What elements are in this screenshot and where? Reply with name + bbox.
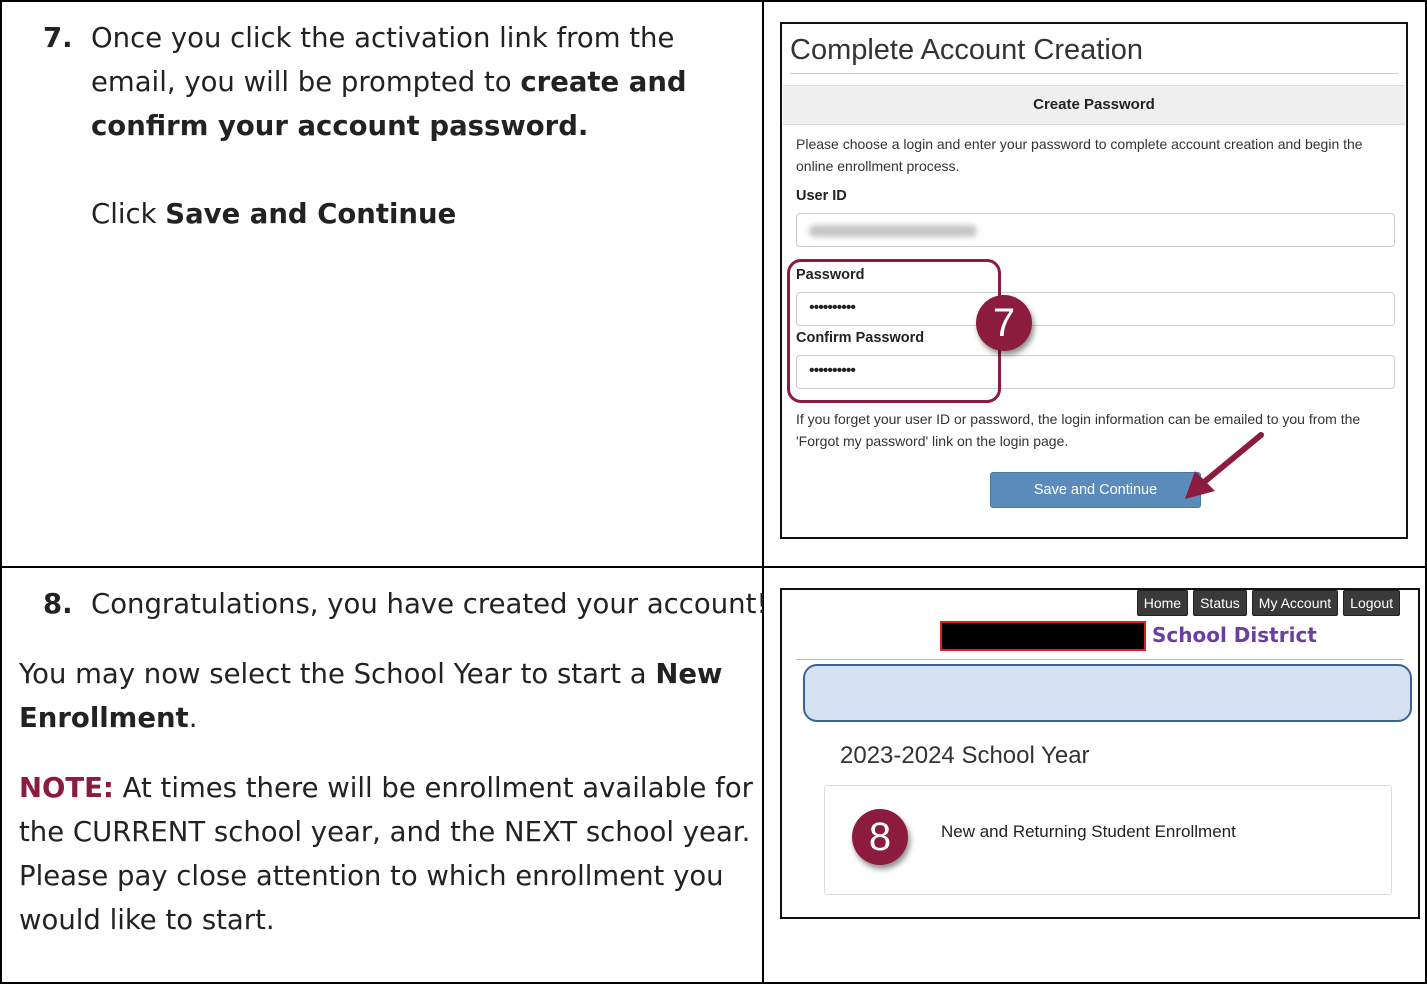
step-7-line-3-bold: confirm your account password.	[91, 110, 589, 142]
enrollment-card[interactable]: 8 New and Returning Student Enrollment	[824, 785, 1392, 895]
step-7-line-1: Once you click the activation link from …	[91, 22, 675, 54]
form-title: Complete Account Creation	[790, 34, 1144, 66]
top-nav: Home Status My Account Logout	[1136, 590, 1400, 616]
nav-home[interactable]: Home	[1136, 590, 1189, 616]
step-8-line-1: Congratulations, you have created your a…	[91, 588, 768, 620]
title-divider	[790, 73, 1398, 74]
note-line-3: Please pay close attention to which enro…	[19, 860, 724, 892]
note-text-1: At times there will be enrollment availa…	[113, 772, 753, 804]
nav-logout[interactable]: Logout	[1343, 590, 1400, 616]
nav-status[interactable]: Status	[1193, 590, 1247, 616]
step-7-line-2-plain: email, you will be prompted to	[91, 66, 521, 98]
arrow-pointer-icon	[1185, 432, 1264, 499]
step-8-paragraph-line-1: You may now select the School Year to st…	[19, 652, 722, 696]
save-and-continue-button[interactable]: Save and Continue	[990, 472, 1201, 508]
table-border-top	[0, 0, 1427, 2]
district-name: School District	[1152, 623, 1317, 647]
step-7-click-instruction: Click Save and Continue	[91, 192, 456, 236]
note-line-4: would like to start.	[19, 904, 275, 936]
p2-period: .	[188, 702, 198, 734]
forgot-password-note: If you forget your user ID or password, …	[796, 411, 1361, 449]
header-divider	[796, 659, 1404, 660]
p2-plain: You may now select the School Year to st…	[19, 658, 656, 690]
redacted-district-name	[940, 621, 1146, 651]
table-border-left	[0, 0, 2, 984]
step-7-line-2: email, you will be prompted to create an…	[91, 60, 687, 104]
section-header: Create Password	[783, 85, 1405, 125]
enrollment-portal-screenshot: Home Status My Account Logout School Dis…	[780, 588, 1420, 919]
p2-bold-new: New	[655, 658, 723, 690]
column-divider	[762, 0, 764, 984]
note-label: NOTE:	[19, 772, 114, 804]
click-bold: Save and Continue	[165, 198, 457, 230]
click-plain: Click	[91, 198, 166, 230]
school-year-heading: 2023-2024 School Year	[840, 742, 1090, 769]
nav-my-account[interactable]: My Account	[1251, 590, 1339, 616]
step-8-badge: 8	[852, 809, 908, 865]
step-8-number: 8.	[43, 588, 73, 620]
password-highlight-box	[787, 259, 1001, 403]
step-7-badge: 7	[976, 295, 1032, 351]
form-description: Please choose a login and enter your pas…	[796, 136, 1363, 174]
info-banner	[803, 664, 1412, 722]
p2-bold-enrollment: Enrollment	[19, 702, 189, 734]
step-7-line-2-bold: create and	[520, 66, 687, 98]
step-7-number: 7.	[43, 22, 73, 54]
step-7-line-3: confirm your account password.	[91, 104, 588, 148]
row-divider	[0, 566, 1427, 568]
user-id-label: User ID	[796, 188, 847, 204]
step-8-paragraph-line-2: Enrollment.	[19, 696, 197, 740]
account-creation-screenshot: Complete Account Creation Create Passwor…	[780, 22, 1408, 539]
note-line-2: the CURRENT school year, and the NEXT sc…	[19, 816, 751, 848]
enrollment-link[interactable]: New and Returning Student Enrollment	[941, 822, 1236, 842]
note-line-1: NOTE: At times there will be enrollment …	[19, 766, 753, 810]
user-id-field[interactable]	[796, 213, 1395, 247]
blurred-user-id	[809, 225, 977, 237]
